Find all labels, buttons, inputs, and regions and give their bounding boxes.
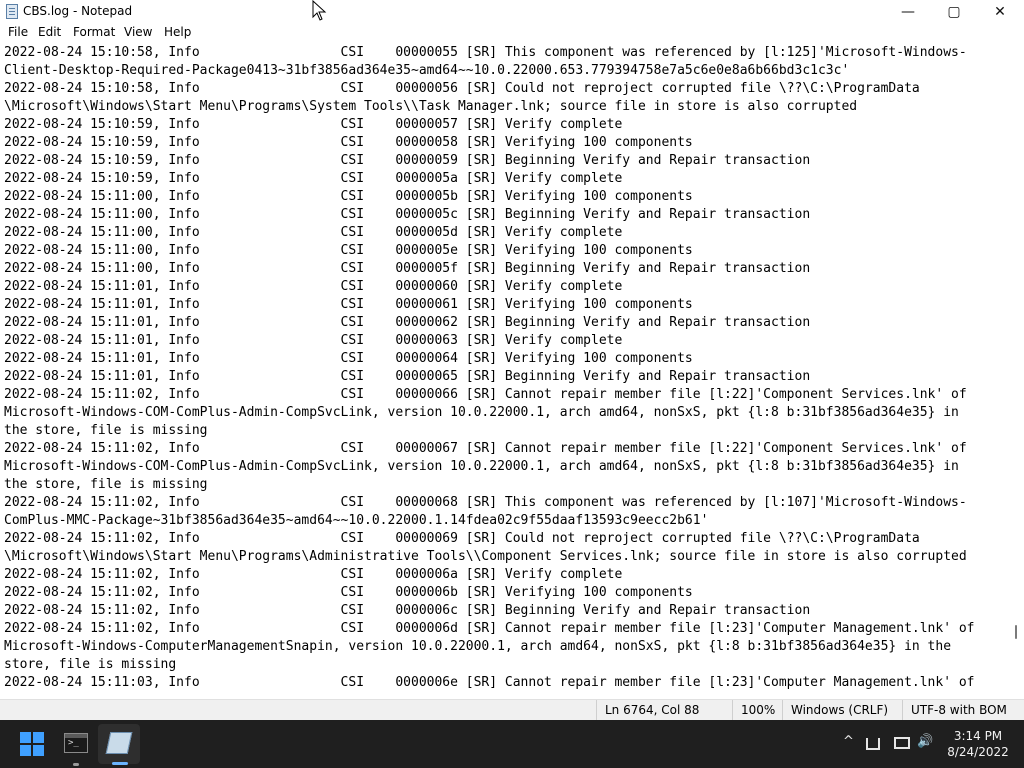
log-line: Microsoft-Windows-COM-ComPlus-Admin-Comp… xyxy=(4,405,959,420)
taskbar: ^ 🔊 3:14 PM 8/24/2022 xyxy=(0,720,1024,768)
log-line: 2022-08-24 15:10:58, Info CSI 00000055 [… xyxy=(4,45,967,60)
log-line: the store, file is missing xyxy=(4,477,208,492)
chevron-up-icon[interactable]: ^ xyxy=(843,734,854,749)
log-line: 2022-08-24 15:11:00, Info CSI 0000005b [… xyxy=(4,189,693,204)
battery-icon[interactable] xyxy=(894,737,910,749)
scrollbar-thumb[interactable] xyxy=(1015,625,1017,639)
menu-edit[interactable]: Edit xyxy=(38,25,61,39)
text-editor[interactable]: 2022-08-24 15:10:58, Info CSI 00000055 [… xyxy=(0,42,1008,695)
log-line: 2022-08-24 15:11:02, Info CSI 0000006a [… xyxy=(4,567,623,582)
log-line: 2022-08-24 15:11:02, Info CSI 00000067 [… xyxy=(4,441,967,456)
log-line: store, file is missing xyxy=(4,657,177,672)
notepad-active-indicator xyxy=(112,762,128,765)
log-line: 2022-08-24 15:10:59, Info CSI 00000057 [… xyxy=(4,117,623,132)
encoding: UTF-8 with BOM xyxy=(902,700,1024,721)
clock-date: 8/24/2022 xyxy=(947,745,1009,759)
log-line: 2022-08-24 15:11:01, Info CSI 00000061 [… xyxy=(4,297,693,312)
log-line: Microsoft-Windows-COM-ComPlus-Admin-Comp… xyxy=(4,459,959,474)
log-line: 2022-08-24 15:11:01, Info CSI 00000060 [… xyxy=(4,279,623,294)
log-line: 2022-08-24 15:11:00, Info CSI 0000005d [… xyxy=(4,225,623,240)
log-line: ComPlus-MMC-Package~31bf3856ad364e35~amd… xyxy=(4,513,709,528)
clock-time: 3:14 PM xyxy=(953,729,1003,743)
log-line: 2022-08-24 15:11:01, Info CSI 00000065 [… xyxy=(4,369,811,384)
notepad-taskbar-icon xyxy=(105,732,133,754)
log-line: the store, file is missing xyxy=(4,423,208,438)
start-icon[interactable] xyxy=(20,732,44,756)
log-line: 2022-08-24 15:11:00, Info CSI 0000005f [… xyxy=(4,261,811,276)
line-endings: Windows (CRLF) xyxy=(782,700,903,721)
log-line: 2022-08-24 15:11:03, Info CSI 0000006e [… xyxy=(4,675,975,690)
maximize-button[interactable]: ▢ xyxy=(931,0,977,24)
network-icon[interactable] xyxy=(866,738,880,750)
title-bar[interactable]: CBS.log - Notepad — ▢ ✕ xyxy=(0,0,1024,24)
log-line: 2022-08-24 15:11:02, Info CSI 00000068 [… xyxy=(4,495,967,510)
clock[interactable]: 3:14 PM 8/24/2022 xyxy=(944,728,1012,760)
menu-bar: File Edit Format View Help xyxy=(0,24,1024,42)
mouse-cursor-icon xyxy=(312,0,327,21)
status-bar: Ln 6764, Col 88 100% Windows (CRLF) UTF-… xyxy=(0,699,1024,721)
log-line: 2022-08-24 15:11:02, Info CSI 0000006d [… xyxy=(4,621,975,636)
menu-file[interactable]: File xyxy=(8,25,28,39)
log-line: 2022-08-24 15:11:02, Info CSI 0000006c [… xyxy=(4,603,811,618)
vertical-scrollbar[interactable] xyxy=(1008,42,1024,695)
log-line: 2022-08-24 15:10:59, Info CSI 00000059 [… xyxy=(4,153,811,168)
log-line: \Microsoft\Windows\Start Menu\Programs\A… xyxy=(4,549,967,564)
log-line: Microsoft-Windows-ComputerManagementSnap… xyxy=(4,639,952,654)
terminal-icon[interactable] xyxy=(64,733,88,753)
zoom-level: 100% xyxy=(732,700,789,721)
log-line: 2022-08-24 15:11:01, Info CSI 00000064 [… xyxy=(4,351,693,366)
log-line: 2022-08-24 15:11:02, Info CSI 0000006b [… xyxy=(4,585,693,600)
log-line: 2022-08-24 15:11:02, Info CSI 00000069 [… xyxy=(4,531,920,546)
log-line: Client-Desktop-Required-Package0413~31bf… xyxy=(4,63,850,78)
minimize-icon: — xyxy=(901,4,915,20)
cursor-position: Ln 6764, Col 88 xyxy=(596,700,733,721)
menu-view[interactable]: View xyxy=(124,25,152,39)
window-title: CBS.log - Notepad xyxy=(23,4,133,18)
minimize-button[interactable]: — xyxy=(885,0,931,24)
log-line: 2022-08-24 15:10:58, Info CSI 00000056 [… xyxy=(4,81,920,96)
log-line: 2022-08-24 15:10:59, Info CSI 0000005a [… xyxy=(4,171,623,186)
maximize-icon: ▢ xyxy=(947,4,961,20)
notepad-icon xyxy=(6,4,18,19)
log-line: 2022-08-24 15:11:01, Info CSI 00000062 [… xyxy=(4,315,811,330)
volume-icon[interactable]: 🔊 xyxy=(917,734,933,749)
log-line: 2022-08-24 15:11:01, Info CSI 00000063 [… xyxy=(4,333,623,348)
log-line: 2022-08-24 15:10:59, Info CSI 00000058 [… xyxy=(4,135,693,150)
log-line: 2022-08-24 15:11:00, Info CSI 0000005e [… xyxy=(4,243,693,258)
close-icon: ✕ xyxy=(994,4,1006,20)
menu-format[interactable]: Format xyxy=(73,25,115,39)
log-line: 2022-08-24 15:11:00, Info CSI 0000005c [… xyxy=(4,207,811,222)
log-line: 2022-08-24 15:11:02, Info CSI 00000066 [… xyxy=(4,387,967,402)
terminal-running-indicator xyxy=(73,763,79,766)
log-line: \Microsoft\Windows\Start Menu\Programs\S… xyxy=(4,99,858,114)
editor-text[interactable]: 2022-08-24 15:10:58, Info CSI 00000055 [… xyxy=(4,44,975,692)
close-button[interactable]: ✕ xyxy=(977,0,1023,24)
menu-help[interactable]: Help xyxy=(164,25,191,39)
